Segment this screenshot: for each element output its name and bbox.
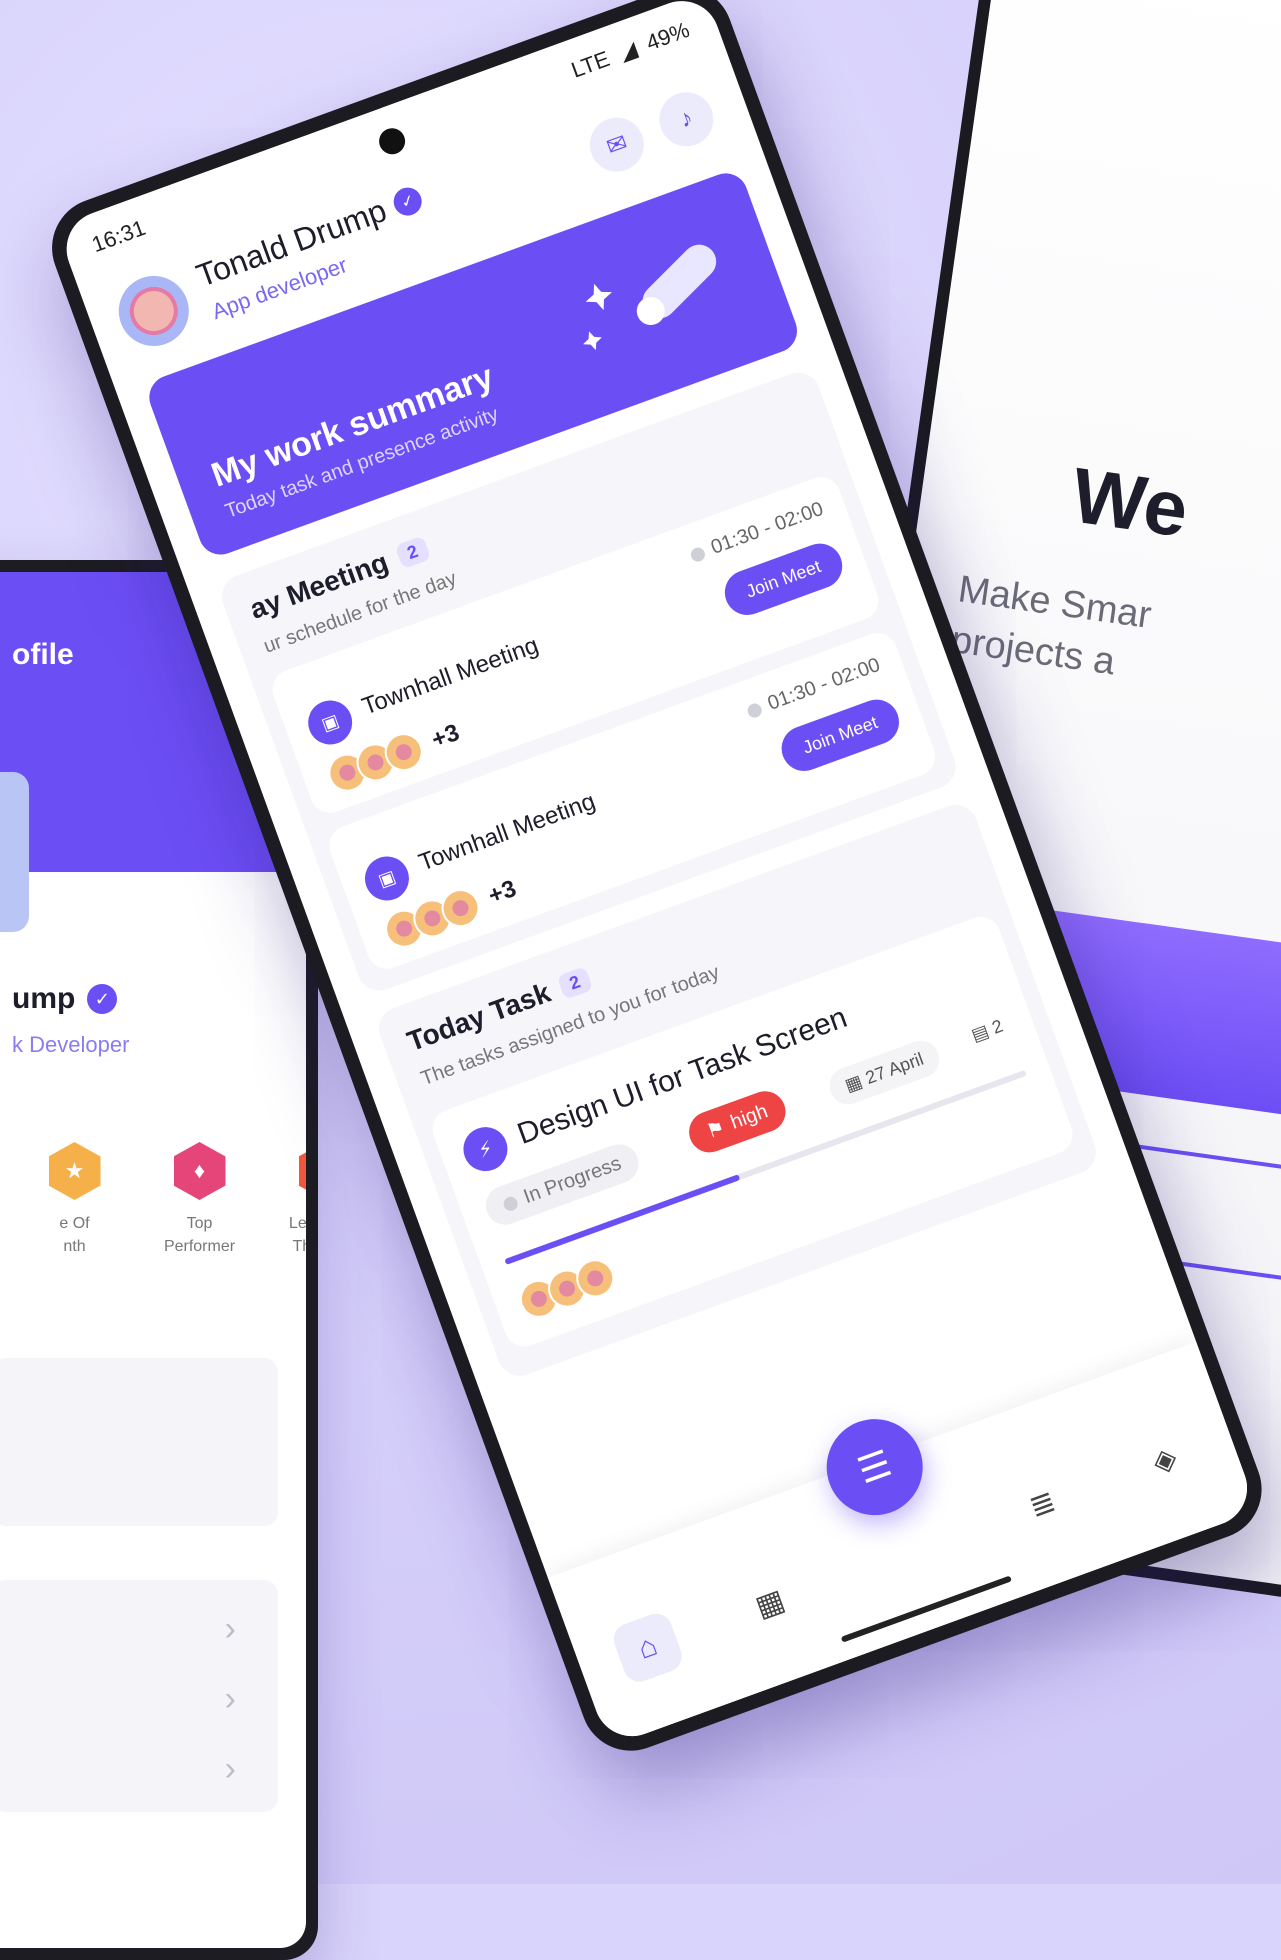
chat-icon[interactable]: ✉ <box>582 110 652 180</box>
tasks-count-badge: 2 <box>556 965 594 1000</box>
telescope-illustration <box>583 244 717 351</box>
medal-icon: ★ <box>48 1142 101 1200</box>
welcome-subtitle: Make Smar projects a <box>948 568 1154 684</box>
bell-icon[interactable]: ♪ <box>651 84 721 154</box>
verified-icon: ✓ <box>87 984 118 1014</box>
profile-role: k Developer <box>12 1032 130 1057</box>
calendar-icon: ▣ <box>358 850 416 907</box>
comment-count: ▤ 2 <box>969 1016 1006 1047</box>
chevron-right-icon[interactable]: › <box>225 1610 236 1649</box>
lightning-icon: ⚡ <box>457 1120 514 1178</box>
layers-icon[interactable]: ◈ <box>1126 1421 1203 1498</box>
badge-label: Top Performer <box>163 1215 236 1256</box>
chevron-right-icon[interactable]: › <box>225 1750 236 1789</box>
status-time: 16:31 <box>88 214 149 258</box>
assignee-avatars <box>514 1253 620 1324</box>
badge-label: Leader Of The Year <box>288 1215 306 1256</box>
flag-icon: ⚑ <box>703 1116 729 1144</box>
meeting-title: Townhall Meeting <box>358 631 543 721</box>
crown-icon: ♛ <box>298 1142 306 1200</box>
status-dot-icon <box>501 1194 520 1213</box>
profile-name-row: ump ✓ <box>12 982 118 1016</box>
profile-name: ump <box>12 982 76 1015</box>
badge-item[interactable]: ♛ Leader Of The Year <box>262 1142 306 1258</box>
calendar-icon: ▣ <box>301 694 359 751</box>
chevron-right-icon[interactable]: › <box>225 1680 236 1719</box>
badge-list: ★ e Of nth ♦ Top Performer ♛ Leader Of T… <box>12 1142 306 1258</box>
clock-icon <box>688 545 707 564</box>
priority-badge: ⚑ high <box>683 1085 792 1159</box>
meeting-title: Townhall Meeting <box>415 787 599 877</box>
profile-info-card <box>0 1358 278 1526</box>
avatar[interactable] <box>108 266 199 356</box>
home-icon[interactable]: ⌂ <box>609 1609 687 1687</box>
diamond-icon: ♦ <box>173 1142 226 1200</box>
add-task-button[interactable]: ☰ <box>813 1405 937 1529</box>
due-date-label: 27 April <box>862 1048 927 1089</box>
profile-menu-card: › › › <box>0 1580 278 1812</box>
calendar-icon[interactable]: ▦ <box>731 1565 808 1642</box>
welcome-title: We <box>1066 450 1194 554</box>
badge-item[interactable]: ♦ Top Performer <box>137 1142 262 1258</box>
profile-avatar-card <box>0 772 29 932</box>
clock-icon <box>745 701 764 720</box>
more-attendees-count: +3 <box>484 874 520 910</box>
due-date: ▦ 27 April <box>824 1035 945 1110</box>
task-card[interactable]: ⚡ Design UI for Task Screen In Progress … <box>426 911 1079 1353</box>
profile-title: ofile <box>12 638 74 671</box>
badge-label: e Of nth <box>59 1215 90 1256</box>
priority-label: high <box>727 1100 771 1134</box>
signal-icon: ◢ <box>615 36 641 66</box>
receipt-icon[interactable]: ≣ <box>1004 1466 1081 1543</box>
status-indicators: LTE ◢ 49% <box>568 17 693 84</box>
meetings-count-badge: 2 <box>394 535 431 569</box>
badge-item[interactable]: ★ e Of nth <box>12 1142 137 1258</box>
network-label: LTE <box>567 45 613 83</box>
verified-icon: ✓ <box>389 183 426 219</box>
status-label: In Progress <box>520 1152 625 1209</box>
battery-label: 49% <box>642 16 693 56</box>
more-attendees-count: +3 <box>428 719 464 754</box>
